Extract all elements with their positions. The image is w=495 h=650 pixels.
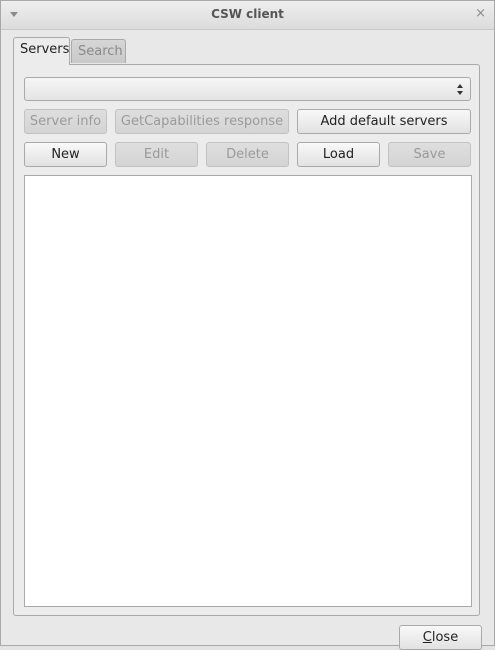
server-select[interactable] — [24, 77, 471, 101]
add-default-servers-button[interactable]: Add default servers — [297, 109, 471, 134]
window-title: CSW client — [211, 7, 284, 21]
tab-servers[interactable]: Servers — [13, 37, 70, 65]
delete-button[interactable]: Delete — [206, 142, 289, 167]
chevron-up-down-icon — [457, 83, 465, 95]
close-label: lose — [431, 630, 459, 645]
edit-button[interactable]: Edit — [115, 142, 198, 167]
close-mnemonic: C — [422, 630, 432, 645]
getcapabilities-response-button[interactable]: GetCapabilities response — [115, 109, 289, 134]
close-button[interactable]: Close — [399, 625, 482, 650]
window-close-icon[interactable]: × — [475, 6, 486, 22]
save-button[interactable]: Save — [388, 142, 471, 167]
title-bar: CSW client × — [1, 1, 494, 30]
tab-search[interactable]: Search — [71, 39, 126, 63]
server-metadata-view[interactable] — [24, 175, 472, 607]
server-info-button[interactable]: Server info — [24, 109, 107, 134]
load-button[interactable]: Load — [297, 142, 380, 167]
new-button[interactable]: New — [24, 142, 107, 167]
